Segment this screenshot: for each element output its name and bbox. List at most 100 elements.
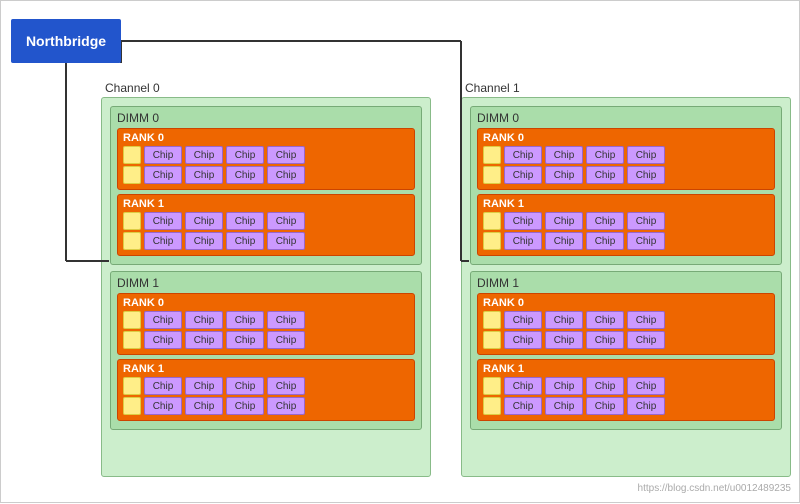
- main-container: Northbridge Channel 0 DIMM 0 RANK 0 Chi: [0, 0, 800, 503]
- chip-spacer: [483, 166, 501, 184]
- chip: Chip: [144, 311, 182, 329]
- chip: Chip: [627, 212, 665, 230]
- chip-row: Chip Chip Chip Chip: [483, 397, 769, 415]
- chip: Chip: [504, 377, 542, 395]
- chip: Chip: [144, 377, 182, 395]
- chip-row: Chip Chip Chip Chip: [483, 232, 769, 250]
- chip: Chip: [144, 331, 182, 349]
- chip: Chip: [545, 166, 583, 184]
- chip-row: Chip Chip Chip Chip: [483, 146, 769, 164]
- chip: Chip: [144, 166, 182, 184]
- chip: Chip: [144, 212, 182, 230]
- chip: Chip: [627, 331, 665, 349]
- chip: Chip: [267, 397, 305, 415]
- channel0-dimm0: DIMM 0 RANK 0 Chip Chip Chip Chip Chip C…: [110, 106, 422, 265]
- channel1-dimm0-rank1-label: RANK 1: [483, 198, 769, 210]
- chip: Chip: [586, 166, 624, 184]
- chip: Chip: [226, 377, 264, 395]
- chip-spacer: [483, 232, 501, 250]
- chip: Chip: [627, 166, 665, 184]
- chip: Chip: [627, 397, 665, 415]
- chip: Chip: [185, 146, 223, 164]
- chip-spacer: [483, 212, 501, 230]
- chip: Chip: [267, 232, 305, 250]
- chip: Chip: [545, 232, 583, 250]
- chip: Chip: [627, 146, 665, 164]
- chip: Chip: [267, 311, 305, 329]
- chip: Chip: [545, 331, 583, 349]
- chip: Chip: [144, 397, 182, 415]
- channel0-container: DIMM 0 RANK 0 Chip Chip Chip Chip Chip C…: [101, 97, 431, 477]
- chip: Chip: [586, 397, 624, 415]
- chip-spacer: [483, 377, 501, 395]
- chip: Chip: [504, 232, 542, 250]
- chip-spacer: [483, 331, 501, 349]
- chip-spacer: [123, 146, 141, 164]
- chip: Chip: [545, 212, 583, 230]
- chip-row: Chip Chip Chip Chip: [123, 166, 409, 184]
- channel1-container: DIMM 0 RANK 0 Chip Chip Chip Chip Chip C…: [461, 97, 791, 477]
- chip-spacer: [123, 311, 141, 329]
- chip-row: Chip Chip Chip Chip: [483, 166, 769, 184]
- channel1-dimm1-rank1-label: RANK 1: [483, 363, 769, 375]
- chip-spacer: [123, 212, 141, 230]
- chip: Chip: [504, 331, 542, 349]
- chip: Chip: [226, 311, 264, 329]
- chip: Chip: [226, 212, 264, 230]
- channel0-label: Channel 0: [105, 81, 160, 95]
- chip: Chip: [267, 146, 305, 164]
- chip: Chip: [226, 331, 264, 349]
- chip: Chip: [586, 212, 624, 230]
- channel0-dimm1-rank0-label: RANK 0: [123, 297, 409, 309]
- channel0-dimm0-rank0-label: RANK 0: [123, 132, 409, 144]
- channel0-dimm0-label: DIMM 0: [117, 111, 415, 125]
- chip: Chip: [504, 397, 542, 415]
- chip: Chip: [267, 212, 305, 230]
- northbridge-box: Northbridge: [11, 19, 121, 63]
- chip: Chip: [504, 146, 542, 164]
- channel1-dimm1: DIMM 1 RANK 0 Chip Chip Chip Chip Chip C…: [470, 271, 782, 430]
- chip-spacer: [483, 397, 501, 415]
- chip: Chip: [267, 166, 305, 184]
- chip-row: Chip Chip Chip Chip: [123, 146, 409, 164]
- channel0-dimm1-label: DIMM 1: [117, 276, 415, 290]
- chip-spacer: [123, 397, 141, 415]
- chip: Chip: [545, 311, 583, 329]
- chip-spacer: [123, 331, 141, 349]
- channel1-label: Channel 1: [465, 81, 520, 95]
- chip: Chip: [267, 377, 305, 395]
- chip-spacer: [123, 166, 141, 184]
- chip: Chip: [545, 146, 583, 164]
- channel1-dimm0-rank1: RANK 1 Chip Chip Chip Chip Chip Chip Chi…: [477, 194, 775, 256]
- chip: Chip: [586, 146, 624, 164]
- chip: Chip: [586, 377, 624, 395]
- chip: Chip: [267, 331, 305, 349]
- chip: Chip: [185, 397, 223, 415]
- chip: Chip: [144, 146, 182, 164]
- chip: Chip: [504, 311, 542, 329]
- chip: Chip: [504, 166, 542, 184]
- channel1-dimm1-label: DIMM 1: [477, 276, 775, 290]
- chip-spacer: [483, 311, 501, 329]
- channel1-dimm0-rank0: RANK 0 Chip Chip Chip Chip Chip Chip Chi…: [477, 128, 775, 190]
- chip: Chip: [627, 232, 665, 250]
- channel0-dimm1-rank1: RANK 1 Chip Chip Chip Chip Chip Chip Chi…: [117, 359, 415, 421]
- chip: Chip: [144, 232, 182, 250]
- chip-row: Chip Chip Chip Chip: [123, 311, 409, 329]
- channel0-dimm0-rank0: RANK 0 Chip Chip Chip Chip Chip Chip Chi…: [117, 128, 415, 190]
- chip-row: Chip Chip Chip Chip: [483, 212, 769, 230]
- chip-row: Chip Chip Chip Chip: [123, 212, 409, 230]
- chip: Chip: [185, 311, 223, 329]
- chip: Chip: [586, 232, 624, 250]
- channel0-dimm0-rank1-label: RANK 1: [123, 198, 409, 210]
- channel1-dimm0-label: DIMM 0: [477, 111, 775, 125]
- chip-spacer: [123, 377, 141, 395]
- channel0-dimm1: DIMM 1 RANK 0 Chip Chip Chip Chip Chip C…: [110, 271, 422, 430]
- chip-row: Chip Chip Chip Chip: [483, 377, 769, 395]
- channel0-dimm0-rank1: RANK 1 Chip Chip Chip Chip Chip Chip Chi…: [117, 194, 415, 256]
- chip-row: Chip Chip Chip Chip: [123, 232, 409, 250]
- northbridge-label: Northbridge: [26, 33, 106, 49]
- chip: Chip: [185, 377, 223, 395]
- channel0-dimm1-rank1-label: RANK 1: [123, 363, 409, 375]
- chip: Chip: [586, 331, 624, 349]
